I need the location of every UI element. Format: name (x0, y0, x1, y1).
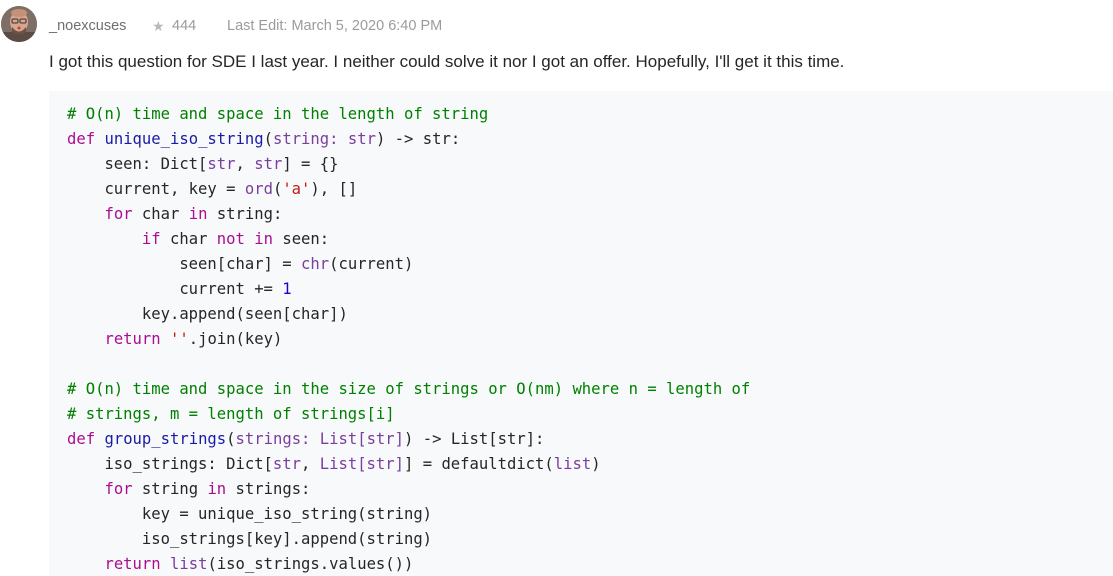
code-token-plain: char (132, 205, 189, 223)
code-token-plain: ) -> List[str]: (404, 430, 545, 448)
code-line: for string in strings: (67, 477, 1113, 502)
code-line: # O(n) time and space in the size of str… (67, 377, 1113, 402)
code-token-keyword: in (207, 480, 227, 498)
code-token-keyword: for (104, 480, 133, 498)
code-line: return list(iso_strings.values()) (67, 552, 1113, 576)
code-token-type: str (272, 455, 302, 473)
code-token-type: List[str] (319, 455, 404, 473)
code-token-plain: ) (591, 455, 601, 473)
code-token-plain: key.append(seen[char]) (67, 305, 348, 323)
code-token-plain: string (132, 480, 208, 498)
code-token-plain: .join(key) (188, 330, 283, 348)
code-token-func: unique_iso_string (104, 130, 264, 148)
code-token-plain: ( (263, 130, 273, 148)
code-token-plain: (iso_strings.values()) (207, 555, 414, 573)
star-icon: ★ (152, 18, 165, 34)
code-token-keyword: def (67, 430, 96, 448)
code-line: def group_strings(strings: List[str]) ->… (67, 427, 1113, 452)
last-edit-timestamp: Last Edit: March 5, 2020 6:40 PM (227, 18, 443, 34)
code-token-keyword: if (141, 230, 161, 248)
code-token-plain: , (235, 155, 255, 173)
code-token-comment: # O(n) time and space in the size of str… (67, 380, 751, 398)
code-token-string: 'a' (282, 180, 311, 198)
code-token-plain: ] = {} (282, 155, 339, 173)
code-token-plain: key = unique_iso_string(string) (67, 505, 433, 523)
code-token-plain: seen: (272, 230, 330, 248)
code-token-func: group_strings (104, 430, 227, 448)
code-line: key.append(seen[char]) (67, 302, 1113, 327)
code-token-plain: ), [] (310, 180, 358, 198)
code-token-plain: , (301, 455, 320, 473)
code-token-keyword: for (104, 205, 133, 223)
post-body-text: I got this question for SDE I last year.… (49, 52, 845, 71)
code-token-builtin: list (170, 555, 208, 573)
code-token-plain: current, key = (67, 180, 245, 198)
code-token-comment: # strings, m = length of strings[i] (67, 405, 395, 423)
code-token-builtin: chr (301, 255, 330, 273)
code-token-plain: current += (67, 280, 283, 298)
post-header: _noexcuses ★ 444 Last Edit: March 5, 202… (49, 16, 442, 36)
code-token-type: str (207, 155, 236, 173)
code-block: # O(n) time and space in the length of s… (49, 91, 1113, 576)
code-token-plain: ] = defaultdict( (404, 455, 554, 473)
code-token-keyword: in (188, 205, 208, 223)
code-token-plain: char (160, 230, 217, 248)
code-token-type: str (254, 155, 283, 173)
code-token-keyword: not in (216, 230, 273, 248)
reputation-count: 444 (172, 18, 197, 34)
code-line: seen: Dict[str, str] = {} (67, 152, 1113, 177)
code-token-plain: strings: (226, 480, 311, 498)
code-line: iso_strings[key].append(string) (67, 527, 1113, 552)
code-token-plain: seen[char] = (67, 255, 302, 273)
code-token-builtin: ord (244, 180, 273, 198)
code-token-keyword: return (104, 330, 161, 348)
code-line: current += 1 (67, 277, 1113, 302)
code-line: for char in string: (67, 202, 1113, 227)
code-token-comment: # O(n) time and space in the length of s… (67, 105, 489, 123)
code-token-plain: iso_strings: Dict[ (67, 455, 273, 473)
code-token-plain: iso_strings[key].append(string) (67, 530, 433, 548)
code-line: seen[char] = chr(current) (67, 252, 1113, 277)
code-token-plain: seen: Dict[ (67, 155, 208, 173)
code-token-plain: (current) (329, 255, 414, 273)
code-token-keyword: return (104, 555, 161, 573)
code-token-plain: string: (207, 205, 283, 223)
code-token-builtin: list (553, 455, 592, 473)
code-token-plain: ) -> str: (375, 130, 461, 148)
code-content: # O(n) time and space in the length of s… (67, 102, 1113, 576)
code-token-string: '' (170, 330, 189, 348)
avatar[interactable] (1, 6, 37, 42)
code-token-type: string: str (272, 130, 376, 148)
code-token-plain: ( (272, 180, 283, 198)
code-line: return ''.join(key) (67, 327, 1113, 352)
code-line: # O(n) time and space in the length of s… (67, 102, 1113, 127)
code-line: if char not in seen: (67, 227, 1113, 252)
author-name[interactable]: _noexcuses (49, 18, 126, 34)
code-line: def unique_iso_string(string: str) -> st… (67, 127, 1113, 152)
user-avatar-image (1, 6, 37, 42)
code-token-type: strings: List[str] (235, 430, 405, 448)
code-line: iso_strings: Dict[str, List[str]] = defa… (67, 452, 1113, 477)
code-token-plain: ( (226, 430, 236, 448)
code-line: # strings, m = length of strings[i] (67, 402, 1113, 427)
code-token-keyword: def (67, 130, 96, 148)
code-line: current, key = ord('a'), [] (67, 177, 1113, 202)
code-token-number: 1 (282, 280, 292, 298)
code-line: key = unique_iso_string(string) (67, 502, 1113, 527)
